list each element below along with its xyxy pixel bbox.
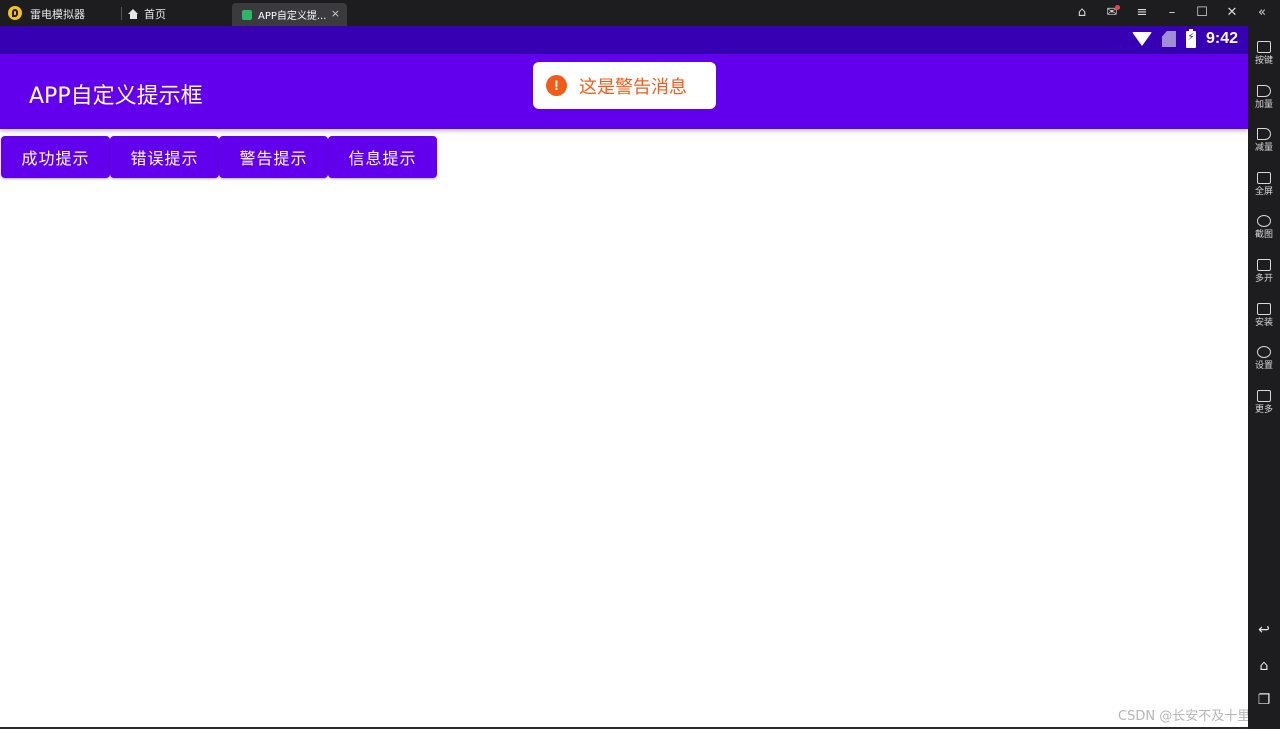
- button-row: 成功提示 错误提示 警告提示 信息提示: [1, 136, 437, 178]
- fullscreen-icon: [1257, 172, 1271, 184]
- sidebar-label: 更多: [1254, 405, 1273, 415]
- scissors-icon: [1257, 215, 1271, 227]
- status-clock: 9:42: [1205, 30, 1238, 47]
- apk-icon: [1257, 303, 1271, 315]
- home-tab-label: 首页: [144, 8, 166, 21]
- android-status-bar: 9:42: [0, 26, 1248, 54]
- minimize-icon[interactable]: –: [1164, 5, 1180, 21]
- home-icon[interactable]: ⌂: [1248, 658, 1280, 674]
- tab-close-icon[interactable]: ×: [331, 7, 340, 20]
- maximize-icon[interactable]: ☐: [1194, 5, 1210, 21]
- warning-icon: !: [546, 75, 567, 96]
- mail-icon[interactable]: ✉: [1104, 5, 1120, 21]
- watermark: CSDN @长安不及十里: [1118, 709, 1251, 724]
- collapse-icon[interactable]: «: [1254, 5, 1270, 21]
- emulator-sidebar: 按键 加量 减量 全屏 截图 多开 安装 设置 更多 ↩ ⌂ ❐: [1248, 26, 1280, 729]
- sidebar-item-fullscreen[interactable]: 全屏: [1248, 172, 1280, 197]
- sidebar-item-install-apk[interactable]: 安装: [1248, 303, 1280, 328]
- success-button[interactable]: 成功提示: [1, 136, 110, 178]
- window-controls: ⌂ ✉ ≡ – ☐ ✕ «: [1074, 5, 1270, 21]
- titlebar-divider: [121, 7, 122, 20]
- battery-charging-icon: [1185, 28, 1196, 48]
- emulator-titlebar: 雷电模拟器 首页 APP自定义提... × ⌂ ✉ ≡ – ☐ ✕ «: [0, 0, 1280, 26]
- home-tab[interactable]: 首页: [128, 6, 166, 22]
- gamepad-icon[interactable]: ⌂: [1074, 5, 1090, 21]
- sidebar-label: 安装: [1254, 318, 1273, 328]
- home-icon: [128, 8, 139, 20]
- sidebar-label: 加量: [1254, 100, 1273, 110]
- warning-button[interactable]: 警告提示: [219, 136, 328, 178]
- sidebar-item-volume-up[interactable]: 加量: [1248, 85, 1280, 110]
- volume-down-icon: [1257, 128, 1271, 140]
- emulator-app-name: 雷电模拟器: [30, 8, 85, 21]
- sidebar-label: 按键: [1254, 56, 1273, 66]
- sidebar-item-settings[interactable]: 设置: [1248, 346, 1280, 371]
- android-app-icon: [242, 9, 252, 20]
- close-icon[interactable]: ✕: [1224, 5, 1240, 21]
- wifi-icon: [1131, 32, 1152, 46]
- error-button[interactable]: 错误提示: [110, 136, 219, 178]
- no-sim-icon: [1161, 31, 1176, 47]
- sidebar-item-keys[interactable]: 按键: [1248, 41, 1280, 66]
- status-icons: 9:42: [1131, 28, 1238, 48]
- active-tab-label: APP自定义提...: [258, 11, 327, 22]
- settings-icon: [1257, 346, 1271, 358]
- sidebar-label: 多开: [1254, 274, 1273, 284]
- volume-up-icon: [1257, 85, 1271, 97]
- sidebar-label: 减量: [1254, 143, 1273, 153]
- warning-toast: ! 这是警告消息: [533, 62, 716, 109]
- back-icon[interactable]: ↩: [1248, 622, 1280, 638]
- recents-icon[interactable]: ❐: [1248, 692, 1280, 708]
- multi-instance-icon: [1257, 259, 1271, 271]
- sidebar-item-multi-instance[interactable]: 多开: [1248, 259, 1280, 284]
- sidebar-label: 设置: [1254, 361, 1273, 371]
- active-app-tab[interactable]: APP自定义提... ×: [232, 3, 347, 26]
- emulator-logo-icon: [8, 6, 22, 20]
- menu-icon[interactable]: ≡: [1134, 5, 1150, 21]
- sidebar-label: 截图: [1254, 230, 1273, 240]
- more-icon: [1257, 390, 1271, 402]
- sidebar-item-more[interactable]: 更多: [1248, 390, 1280, 415]
- sidebar-item-volume-down[interactable]: 减量: [1248, 128, 1280, 153]
- keyboard-icon: [1257, 41, 1271, 53]
- info-button[interactable]: 信息提示: [328, 136, 437, 178]
- sidebar-label: 全屏: [1254, 187, 1273, 197]
- sidebar-item-screenshot[interactable]: 截图: [1248, 215, 1280, 240]
- app-title: APP自定义提示框: [29, 84, 203, 109]
- toast-message: 这是警告消息: [579, 76, 687, 98]
